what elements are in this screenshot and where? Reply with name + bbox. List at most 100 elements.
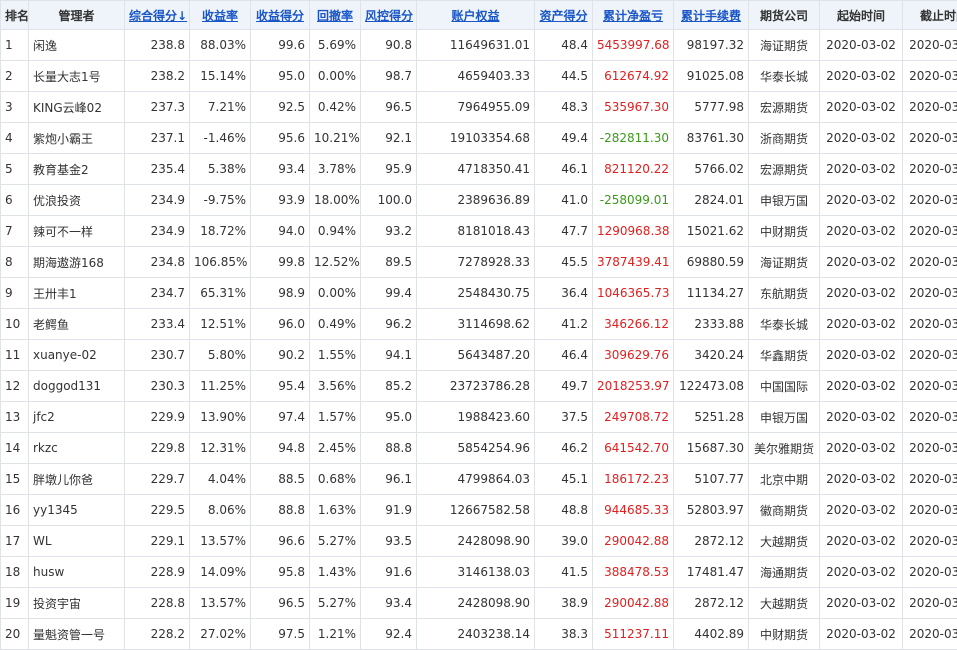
composite-score-cell: 234.9 [125,185,190,216]
table-row[interactable]: 11xuanye-02230.75.80%90.21.55%94.1564348… [1,340,957,371]
table-row[interactable]: 20量魁资管一号228.227.02%97.51.21%92.42403238.… [1,619,957,650]
equity-cell: 2403238.14 [417,619,535,650]
manager-name[interactable]: jfc2 [29,402,125,433]
table-row[interactable]: 12doggod131230.311.25%95.43.56%85.223723… [1,371,957,402]
equity-cell: 2428098.90 [417,588,535,619]
risk-score-cell: 93.5 [361,526,417,557]
table-row[interactable]: 9王卅丰1234.765.31%98.90.00%99.42548430.753… [1,278,957,309]
risk-score-cell: 90.8 [361,30,417,61]
manager-name[interactable]: xuanye-02 [29,340,125,371]
end-time-cell: 2020-03-12 [903,61,957,92]
start-time-cell: 2020-03-02 [820,371,903,402]
broker-cell: 华泰长城 [749,61,820,92]
manager-name[interactable]: 量魁资管一号 [29,619,125,650]
table-row[interactable]: 6优浪投资234.9-9.75%93.918.00%100.02389636.8… [1,185,957,216]
table-row[interactable]: 3KING云峰02237.37.21%92.50.42%96.57964955.… [1,92,957,123]
fees-cell: 17481.47 [674,557,749,588]
header-composite-score-label[interactable]: 综合得分 [129,9,177,23]
table-row[interactable]: 18husw228.914.09%95.81.43%91.63146138.03… [1,557,957,588]
equity-cell: 3146138.03 [417,557,535,588]
risk-score-cell: 98.7 [361,61,417,92]
drawdown-cell: 0.49% [310,309,361,340]
manager-name[interactable]: yy1345 [29,495,125,526]
header-equity[interactable]: 账户权益 [417,1,535,30]
header-return-rate[interactable]: 收益率 [190,1,251,30]
net-pnl-cell: 641542.70 [593,433,674,464]
manager-name[interactable]: 老鳄鱼 [29,309,125,340]
composite-score-cell: 229.7 [125,464,190,495]
header-fees-label[interactable]: 累计手续费 [681,9,741,23]
manager-name[interactable]: 投资宇宙 [29,588,125,619]
start-time-cell: 2020-03-02 [820,402,903,433]
start-time-cell: 2020-03-02 [820,216,903,247]
table-row[interactable]: 14rkzc229.812.31%94.82.45%88.85854254.96… [1,433,957,464]
manager-name[interactable]: 期海遨游168 [29,247,125,278]
manager-name[interactable]: 优浪投资 [29,185,125,216]
table-body: 1闲逸238.888.03%99.65.69%90.811649631.0148… [1,30,957,650]
manager-name[interactable]: 闲逸 [29,30,125,61]
manager-name[interactable]: 长量大志1号 [29,61,125,92]
manager-name[interactable]: 教育基金2 [29,154,125,185]
rank-cell: 4 [1,123,29,154]
header-net-pnl[interactable]: 累计净盈亏 [593,1,674,30]
table-row[interactable]: 19投资宇宙228.813.57%96.55.27%93.42428098.90… [1,588,957,619]
drawdown-cell: 0.68% [310,464,361,495]
return-score-cell: 95.4 [251,371,310,402]
header-end-time: 截止时间 [903,1,957,30]
table-row[interactable]: 15胖墩儿你爸229.74.04%88.50.68%96.14799864.03… [1,464,957,495]
drawdown-cell: 12.52% [310,247,361,278]
table-row[interactable]: 4紫炮小霸王237.1-1.46%95.610.21%92.119103354.… [1,123,957,154]
return-score-cell: 93.9 [251,185,310,216]
header-return-score[interactable]: 收益得分 [251,1,310,30]
header-risk-score-label[interactable]: 风控得分 [365,9,413,23]
table-row[interactable]: 10老鳄鱼233.412.51%96.00.49%96.23114698.624… [1,309,957,340]
table-row[interactable]: 8期海遨游168234.8106.85%99.812.52%89.5727892… [1,247,957,278]
return-rate-cell: 5.38% [190,154,251,185]
table-row[interactable]: 1闲逸238.888.03%99.65.69%90.811649631.0148… [1,30,957,61]
risk-score-cell: 96.1 [361,464,417,495]
manager-name[interactable]: KING云峰02 [29,92,125,123]
equity-cell: 4799864.03 [417,464,535,495]
table-row[interactable]: 2长量大志1号238.215.14%95.00.00%98.74659403.3… [1,61,957,92]
manager-name[interactable]: husw [29,557,125,588]
manager-name[interactable]: 王卅丰1 [29,278,125,309]
table-row[interactable]: 7辣可不一样234.918.72%94.00.94%93.28181018.43… [1,216,957,247]
manager-name[interactable]: doggod131 [29,371,125,402]
drawdown-cell: 0.94% [310,216,361,247]
manager-name[interactable]: WL [29,526,125,557]
return-rate-cell: 18.72% [190,216,251,247]
asset-score-cell: 38.3 [535,619,593,650]
start-time-cell: 2020-03-02 [820,526,903,557]
equity-cell: 7278928.33 [417,247,535,278]
table-row[interactable]: 13jfc2229.913.90%97.41.57%95.01988423.60… [1,402,957,433]
header-drawdown-label[interactable]: 回撤率 [317,9,353,23]
header-fees[interactable]: 累计手续费 [674,1,749,30]
header-asset-score-label[interactable]: 资产得分 [539,9,587,23]
drawdown-cell: 2.45% [310,433,361,464]
sort-desc-icon[interactable]: ↓ [177,9,187,23]
table-row[interactable]: 17WL229.113.57%96.65.27%93.52428098.9039… [1,526,957,557]
manager-name[interactable]: rkzc [29,433,125,464]
broker-cell: 浙商期货 [749,123,820,154]
equity-cell: 12667582.58 [417,495,535,526]
manager-name[interactable]: 胖墩儿你爸 [29,464,125,495]
header-equity-label[interactable]: 账户权益 [451,9,499,23]
return-rate-cell: -9.75% [190,185,251,216]
net-pnl-cell: -258099.01 [593,185,674,216]
asset-score-cell: 36.4 [535,278,593,309]
rank-cell: 13 [1,402,29,433]
table-row[interactable]: 16yy1345229.58.06%88.81.63%91.912667582.… [1,495,957,526]
manager-name[interactable]: 辣可不一样 [29,216,125,247]
header-risk-score[interactable]: 风控得分 [361,1,417,30]
header-drawdown[interactable]: 回撤率 [310,1,361,30]
risk-score-cell: 95.9 [361,154,417,185]
manager-name[interactable]: 紫炮小霸王 [29,123,125,154]
table-row[interactable]: 5教育基金2235.45.38%93.43.78%95.94718350.414… [1,154,957,185]
header-return-score-label[interactable]: 收益得分 [256,9,304,23]
header-return-rate-label[interactable]: 收益率 [202,9,238,23]
header-composite-score[interactable]: 综合得分↓ [125,1,190,30]
rank-cell: 17 [1,526,29,557]
rank-cell: 3 [1,92,29,123]
header-net-pnl-label[interactable]: 累计净盈亏 [603,9,663,23]
header-asset-score[interactable]: 资产得分 [535,1,593,30]
